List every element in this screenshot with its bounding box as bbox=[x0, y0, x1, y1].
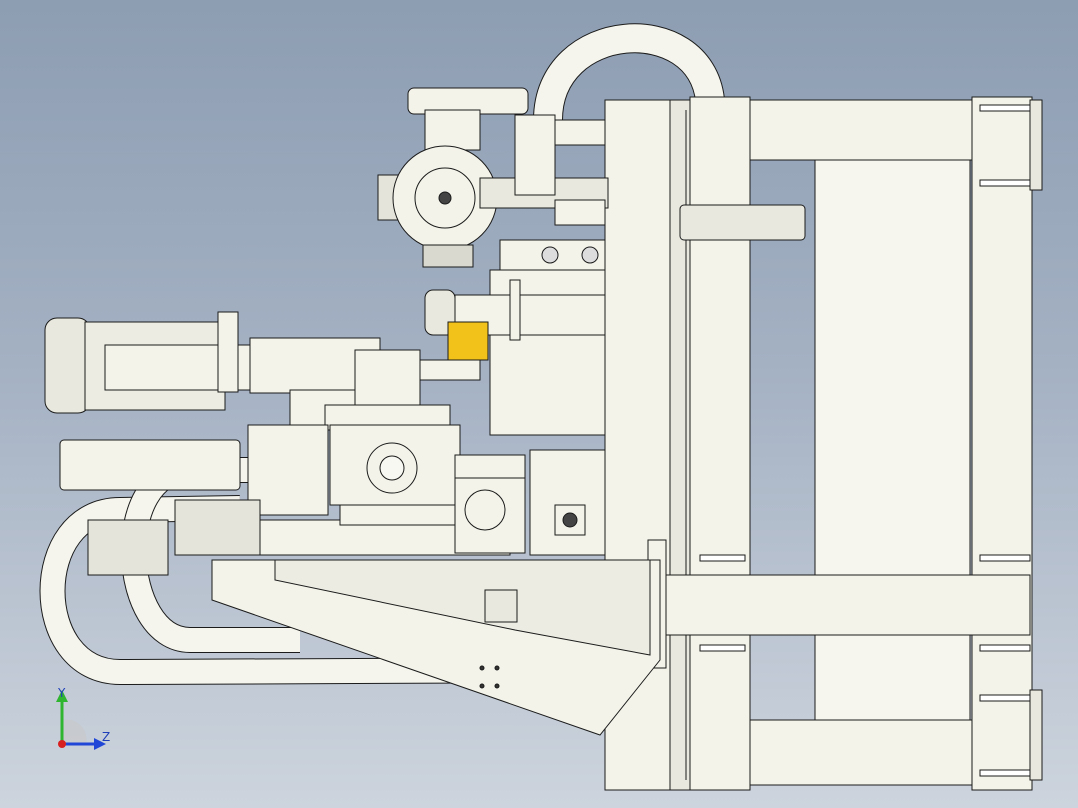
lower-bearing-block bbox=[529, 449, 606, 556]
middle-actuator bbox=[424, 239, 606, 436]
y-axis-label: Y bbox=[58, 686, 66, 700]
main-frame bbox=[604, 96, 1043, 791]
shaft bbox=[679, 204, 806, 241]
coordinate-triad: Y Z bbox=[40, 680, 130, 760]
z-axis-label: Z bbox=[102, 730, 111, 744]
triad-axes-icon bbox=[56, 690, 106, 750]
graphics-viewport[interactable]: Y Z bbox=[0, 0, 1078, 808]
machine-assembly-model[interactable] bbox=[0, 0, 1078, 808]
